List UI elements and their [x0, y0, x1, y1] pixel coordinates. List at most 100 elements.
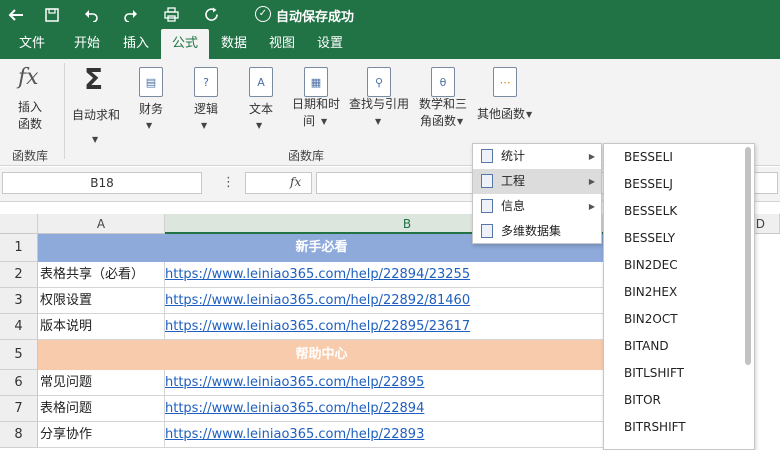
row-header[interactable]: 5	[0, 340, 38, 370]
group-label-1: 函数库	[12, 149, 49, 163]
chevron-down-icon: ▼	[256, 121, 263, 130]
row-header[interactable]: 6	[0, 370, 38, 396]
finance-label: 财务	[138, 102, 163, 116]
print-icon[interactable]	[157, 0, 185, 29]
cell-b-link[interactable]: https://www.leiniao365.com/help/22895	[165, 370, 605, 396]
cell-a[interactable]: 版本说明	[38, 314, 165, 340]
book-icon	[481, 199, 493, 213]
category-label: 信息	[501, 199, 526, 213]
lookup-label: 查找与引用	[348, 97, 409, 111]
select-all-corner[interactable]	[0, 214, 38, 234]
category-item[interactable]: 统计 ▶	[473, 144, 601, 169]
check-circle-icon: ✓	[255, 6, 271, 22]
redo-icon[interactable]	[117, 0, 145, 29]
function-category-menu: 统计 ▶ 工程 ▶ 信息 ▶ 多维数据集	[472, 143, 602, 244]
text-label: 文本	[248, 102, 273, 116]
finance-button[interactable]: ▤ 财务 ▼	[130, 65, 172, 135]
row-header[interactable]: 1	[0, 234, 38, 262]
back-arrow-icon[interactable]	[2, 0, 30, 29]
datetime-label-2: 间	[302, 114, 315, 128]
row-header[interactable]: 7	[0, 396, 38, 422]
function-item[interactable]: BITAND	[624, 333, 669, 360]
function-item[interactable]: BITRSHIFT	[624, 414, 686, 441]
cell-a[interactable]: 权限设置	[38, 288, 165, 314]
row-header[interactable]: 8	[0, 422, 38, 448]
sigma-icon: Σ	[84, 63, 104, 96]
chevron-right-icon: ▶	[588, 202, 595, 211]
cell-a[interactable]: 常见问题	[38, 370, 165, 396]
autosave-status: 自动保存成功	[276, 10, 355, 25]
text-button[interactable]: A 文本 ▼	[240, 65, 282, 135]
menu-data[interactable]: 数据	[214, 29, 254, 59]
category-item[interactable]: 多维数据集	[473, 219, 601, 244]
logic-button[interactable]: ? 逻辑 ▼	[185, 65, 227, 135]
cell-b-link[interactable]: https://www.leiniao365.com/help/22894	[165, 396, 605, 422]
book-icon	[481, 224, 493, 238]
book-icon	[481, 174, 493, 188]
save-icon[interactable]	[38, 0, 66, 29]
function-list-menu: BESSELI BESSELJ BESSELK BESSELY BIN2DEC BIN2H…	[603, 143, 755, 450]
category-label: 统计	[501, 149, 526, 163]
menu-settings[interactable]: 设置	[310, 29, 350, 59]
function-item[interactable]: BESSELI	[624, 144, 673, 171]
menu-bar: 文件 开始 插入 公式 数据 视图 设置	[0, 29, 780, 59]
row-header[interactable]: 2	[0, 262, 38, 288]
category-item[interactable]: 信息 ▶	[473, 194, 601, 219]
menu-home[interactable]: 开始	[67, 29, 107, 59]
more-dots-icon[interactable]: ⋮	[222, 175, 235, 190]
math-trig-button[interactable]: θ 数学和三 角函数 ▼	[417, 65, 469, 135]
chevron-right-icon: ▶	[588, 177, 595, 186]
chevron-right-icon: ▶	[588, 152, 595, 161]
book-icon	[481, 149, 493, 163]
category-item[interactable]: 工程 ▶	[473, 169, 601, 194]
chevron-down-icon: ▼	[321, 117, 328, 126]
chevron-down-icon: ▼	[457, 117, 464, 126]
menu-file[interactable]: 文件	[12, 29, 52, 59]
insert-function-label-2: 函数	[17, 117, 42, 131]
name-box[interactable]: B18	[2, 172, 202, 194]
more-book-icon: ⋯	[493, 67, 517, 97]
autosum-label: 自动求和	[71, 108, 120, 122]
autosum-button[interactable]: Σ 自动求和 ▼	[70, 63, 122, 145]
logic-book-icon: ?	[194, 67, 218, 97]
undo-icon[interactable]	[77, 0, 105, 29]
function-list-scrollbar[interactable]	[745, 147, 751, 365]
lookup-button[interactable]: ⚲ 查找与引用 ▼	[347, 65, 411, 135]
function-item[interactable]: BESSELK	[624, 198, 677, 225]
merged-header-cell[interactable]: 帮助中心	[38, 340, 605, 370]
text-book-icon: A	[249, 67, 273, 97]
logic-label: 逻辑	[193, 102, 218, 116]
menu-formula[interactable]: 公式	[161, 29, 209, 59]
column-header-a[interactable]: A	[38, 214, 165, 234]
chevron-down-icon: ▼	[526, 110, 533, 119]
function-item[interactable]: BITXOR	[624, 441, 668, 449]
function-item[interactable]: BESSELY	[624, 225, 675, 252]
cell-b-link[interactable]: https://www.leiniao365.com/help/22894/23…	[165, 262, 605, 288]
cell-b-link[interactable]: https://www.leiniao365.com/help/22892/81…	[165, 288, 605, 314]
cell-a[interactable]: 表格问题	[38, 396, 165, 422]
math-trig-label: 数学和三	[418, 97, 467, 111]
insert-function-button[interactable]: fx 插入 函数	[8, 63, 52, 133]
fx-box[interactable]: fx	[245, 172, 312, 194]
datetime-button[interactable]: ▦ 日期和时 间 ▼	[289, 65, 343, 135]
function-item[interactable]: BITOR	[624, 387, 661, 414]
function-item[interactable]: BIN2OCT	[624, 306, 678, 333]
function-item[interactable]: BESSELJ	[624, 171, 673, 198]
title-bar: ✓ 自动保存成功	[0, 0, 780, 29]
cell-b-link[interactable]: https://www.leiniao365.com/help/22893	[165, 422, 605, 448]
row-header[interactable]: 3	[0, 288, 38, 314]
row-header[interactable]: 4	[0, 314, 38, 340]
menu-view[interactable]: 视图	[262, 29, 302, 59]
cell-b-link[interactable]: https://www.leiniao365.com/help/22895/23…	[165, 314, 605, 340]
function-item[interactable]: BITLSHIFT	[624, 360, 684, 387]
function-item[interactable]: BIN2HEX	[624, 279, 677, 306]
menu-insert[interactable]: 插入	[116, 29, 156, 59]
refresh-icon[interactable]	[197, 0, 225, 29]
function-item[interactable]: BIN2DEC	[624, 252, 678, 279]
other-functions-button[interactable]: ⋯ 其他函数 ▼	[476, 65, 534, 135]
cell-a[interactable]: 表格共享（必看）	[38, 262, 165, 288]
lookup-book-icon: ⚲	[367, 67, 391, 97]
ribbon-separator	[64, 63, 65, 159]
category-label: 工程	[501, 174, 526, 188]
cell-a[interactable]: 分享协作	[38, 422, 165, 448]
